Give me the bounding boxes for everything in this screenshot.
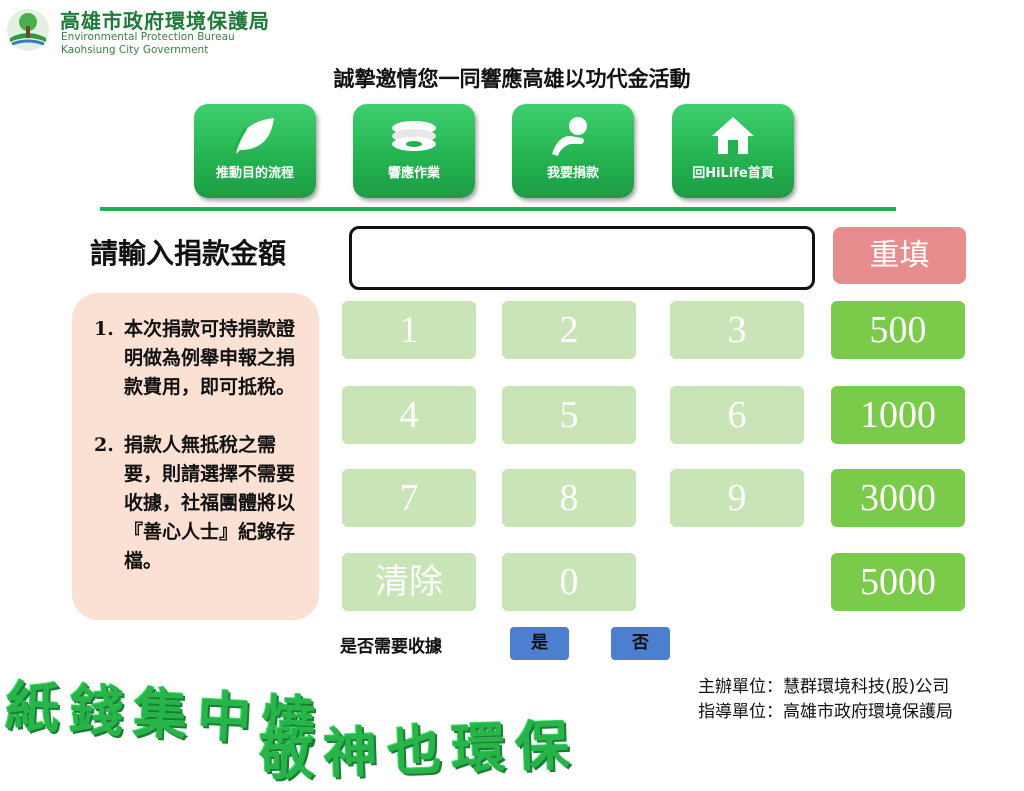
tax-note-panel: 1. 本次捐款可持捐款證明做為例舉申報之捐款費用，即可抵稅。 2. 捐款人無抵稅… bbox=[72, 293, 319, 620]
note-number: 1. bbox=[94, 318, 114, 340]
nav-donate-label: 我要捐款 bbox=[546, 166, 599, 181]
key-9[interactable]: 9 bbox=[670, 469, 804, 527]
nav-hilife-home-label: 回HiLife首頁 bbox=[692, 166, 774, 181]
slogan-line2: 敬神也環保 bbox=[258, 713, 581, 788]
key-3[interactable]: 3 bbox=[670, 301, 804, 359]
supervisor-credit: 指導單位：高雄市政府環境保護局 bbox=[698, 702, 953, 722]
amount-3000-button[interactable]: 3000 bbox=[831, 469, 965, 527]
note-text: 本次捐款可持捐款證明做為例舉申報之捐款費用，即可抵稅。 bbox=[124, 318, 296, 398]
amount-5000-button[interactable]: 5000 bbox=[831, 553, 965, 611]
org-name-cn: 高雄市政府環境保護局 bbox=[60, 9, 270, 33]
org-name-en-line1: Environmental Protection Bureau bbox=[61, 31, 235, 43]
amount-input[interactable] bbox=[349, 226, 815, 290]
amount-1000-button[interactable]: 1000 bbox=[831, 386, 965, 444]
note-item: 2. 捐款人無抵稅之需要，則請選擇不需要收據，社福團體將以『善心人士』紀錄存檔。 bbox=[94, 431, 309, 576]
org-name-en-line2: Kaohsiung City Government bbox=[61, 44, 209, 56]
receipt-question-label: 是否需要收據 bbox=[340, 637, 442, 657]
receipt-no-button[interactable]: 否 bbox=[611, 627, 670, 660]
divider bbox=[100, 207, 896, 211]
note-item: 1. 本次捐款可持捐款證明做為例舉申報之捐款費用，即可抵稅。 bbox=[94, 315, 309, 402]
nav-donate-button[interactable]: 我要捐款 bbox=[512, 104, 634, 198]
page-title: 誠摯邀情您一同響應高雄以功代金活動 bbox=[333, 67, 691, 91]
key-5[interactable]: 5 bbox=[502, 386, 636, 444]
leaf-icon bbox=[232, 118, 274, 155]
bureau-logo bbox=[6, 8, 50, 52]
key-1[interactable]: 1 bbox=[342, 301, 476, 359]
key-8[interactable]: 8 bbox=[502, 469, 636, 527]
key-0[interactable]: 0 bbox=[502, 553, 636, 611]
key-7[interactable]: 7 bbox=[342, 469, 476, 527]
key-2[interactable]: 2 bbox=[502, 301, 636, 359]
key-6[interactable]: 6 bbox=[670, 386, 804, 444]
clear-button[interactable]: 清除 bbox=[342, 553, 476, 611]
reset-button[interactable]: 重填 bbox=[833, 227, 966, 284]
key-4[interactable]: 4 bbox=[342, 386, 476, 444]
paper-stack-icon bbox=[392, 121, 436, 151]
nav-respond-label: 響應作業 bbox=[387, 166, 440, 181]
organizer-credit: 主辦單位：慧群環境科技(股)公司 bbox=[698, 677, 950, 697]
receipt-yes-button[interactable]: 是 bbox=[510, 627, 569, 660]
note-number: 2. bbox=[94, 434, 114, 456]
nav-purpose-flow-label: 推動目的流程 bbox=[215, 166, 294, 181]
coin-hand-icon bbox=[552, 117, 587, 156]
amount-label: 請輸入捐款金額 bbox=[90, 237, 287, 270]
nav-respond-button[interactable]: 響應作業 bbox=[353, 104, 475, 198]
home-icon bbox=[712, 117, 754, 154]
amount-500-button[interactable]: 500 bbox=[831, 301, 965, 359]
nav-hilife-home-button[interactable]: 回HiLife首頁 bbox=[672, 104, 794, 198]
note-text: 捐款人無抵稅之需要，則請選擇不需要收據，社福團體將以『善心人士』紀錄存檔。 bbox=[124, 434, 296, 572]
nav-purpose-flow-button[interactable]: 推動目的流程 bbox=[194, 104, 316, 198]
